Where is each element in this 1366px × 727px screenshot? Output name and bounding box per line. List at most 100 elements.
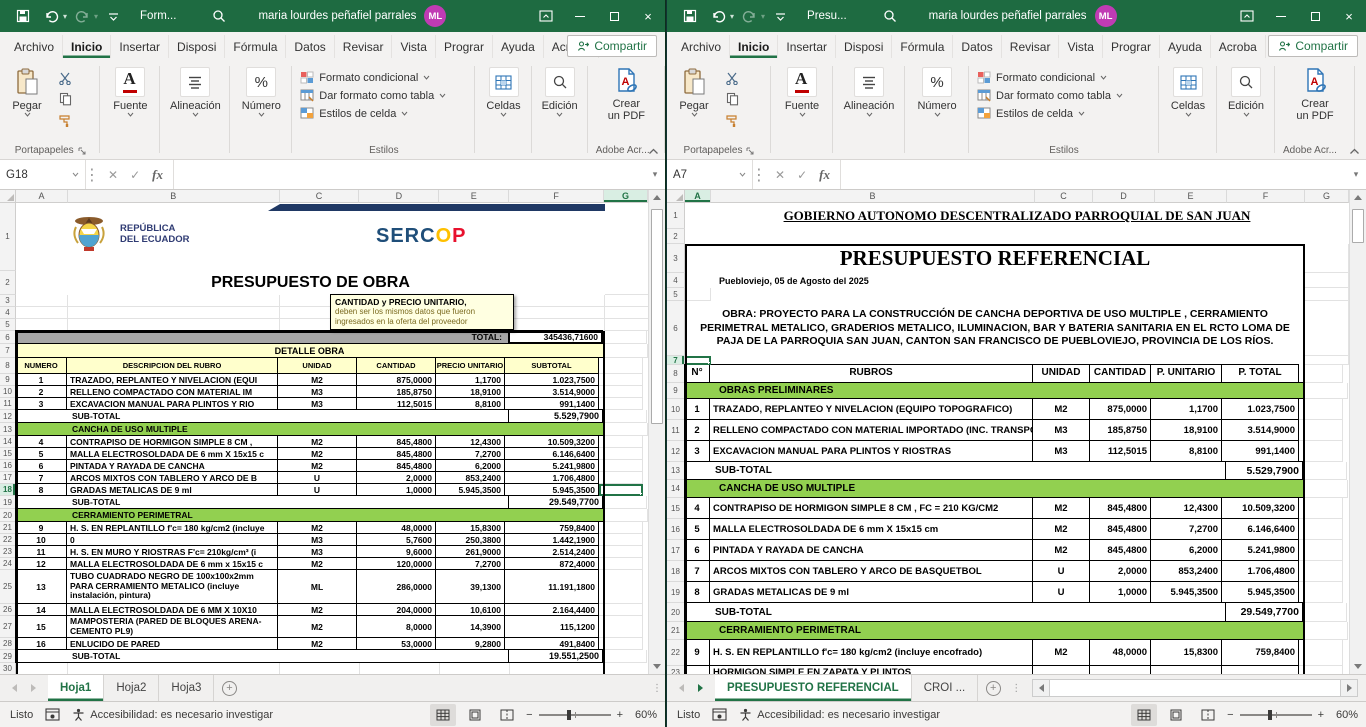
cell-F17[interactable]: 5.241,9800	[1221, 539, 1299, 561]
row-header-2[interactable]: 2	[667, 229, 685, 244]
cell-E18[interactable]: 853,2400	[1150, 560, 1222, 582]
row-header-5[interactable]: 5	[667, 288, 685, 301]
cell-A16[interactable]: 5	[684, 518, 710, 540]
sheet-title[interactable]: PRESUPUESTO DE OBRA	[16, 271, 605, 295]
conditional-formatting-button[interactable]: Formato condicional	[977, 71, 1123, 84]
cell-A22[interactable]: 9	[684, 639, 710, 666]
next-sheet-icon[interactable]	[698, 684, 703, 692]
cell-B4[interactable]	[68, 307, 280, 319]
cell-A30[interactable]	[16, 663, 68, 674]
cell-G6[interactable]	[1305, 301, 1349, 356]
name-box[interactable]: G18	[0, 160, 86, 189]
row-header-20[interactable]: 20	[0, 509, 16, 522]
table-header-cell[interactable]: CANTIDAD	[356, 357, 436, 374]
cell-E27[interactable]: 14,3900	[435, 615, 505, 638]
column-header-F[interactable]: F	[509, 190, 604, 203]
cell-G17[interactable]	[1299, 540, 1343, 561]
cell-F25[interactable]: 11.191,1800	[504, 569, 599, 604]
save-icon[interactable]	[10, 3, 36, 29]
cell-G28[interactable]	[599, 638, 643, 650]
cell-E10[interactable]: 1,1700	[1150, 398, 1222, 420]
column-header-B[interactable]: B	[68, 190, 280, 203]
row-header-28[interactable]: 28	[0, 638, 16, 650]
sheet-tab[interactable]: Hoja2	[104, 675, 159, 701]
insert-function-icon[interactable]: fx	[819, 167, 830, 183]
table-header-cell[interactable]: UNIDAD	[277, 357, 357, 374]
cell-G18[interactable]	[1299, 561, 1343, 582]
cell-G21[interactable]	[599, 522, 643, 534]
select-all-corner[interactable]	[667, 190, 685, 203]
prev-sheet-icon[interactable]	[12, 684, 17, 692]
row-header-22[interactable]: 22	[0, 534, 16, 546]
collapse-ribbon-icon[interactable]	[1349, 148, 1360, 155]
expand-formula-bar-icon[interactable]: ▾	[645, 160, 665, 189]
zoom-in-icon[interactable]: +	[1318, 709, 1324, 721]
ribbon-display-options-icon[interactable]	[1230, 0, 1264, 32]
ribbon-tab-insertar[interactable]: Insertar	[111, 35, 169, 58]
macro-record-icon[interactable]	[45, 708, 60, 721]
section-header-cell[interactable]: CANCHA DE USO MULTIPLE	[684, 479, 1304, 498]
account-name[interactable]: maria lourdes peñafiel parrales	[929, 10, 1087, 22]
vertical-scrollbar[interactable]	[1349, 190, 1366, 674]
redo-dropdown-icon[interactable]: ▾	[761, 12, 765, 21]
row-header-4[interactable]: 4	[0, 307, 16, 319]
cell-D30[interactable]	[360, 663, 440, 674]
cell-G7[interactable]	[604, 344, 648, 358]
row-header-3[interactable]: 3	[0, 295, 16, 307]
sheet-tab[interactable]: Hoja1	[48, 675, 104, 701]
sheet-tab[interactable]: PRESUPUESTO REFERENCIAL	[715, 675, 912, 701]
format-painter-icon[interactable]	[54, 111, 76, 129]
font-group-collapsed[interactable]: A Fuente	[100, 60, 160, 159]
row-header-21[interactable]: 21	[0, 522, 16, 534]
cell-G19[interactable]	[1299, 582, 1343, 603]
select-all-corner[interactable]	[0, 190, 16, 203]
cell-B10[interactable]: TRAZADO, REPLANTEO Y NIVELACION (EQUIPO …	[709, 398, 1033, 420]
row-header-15[interactable]: 15	[0, 448, 16, 460]
cell-C23[interactable]	[1032, 665, 1090, 674]
page-layout-view-button[interactable]	[462, 704, 488, 726]
cell-F16[interactable]: 6.146,6400	[1221, 518, 1299, 540]
undo-dropdown-icon[interactable]: ▾	[730, 12, 734, 21]
section-header-cell[interactable]: CERRAMIENTO PERIMETRAL	[684, 621, 1304, 640]
subtotal-value-cell[interactable]: 29.549,7700	[1225, 602, 1303, 622]
cut-icon[interactable]	[54, 69, 76, 87]
cell-C15[interactable]: M2	[1032, 497, 1090, 519]
undo-dropdown-icon[interactable]: ▾	[63, 12, 67, 21]
cell-G22[interactable]	[599, 534, 643, 546]
row-header-9[interactable]: 9	[0, 374, 16, 386]
cell-G13[interactable]	[1303, 462, 1347, 480]
cell-B22[interactable]: H. S. EN REPLANTILLO f'c= 180 kg/cm2 (in…	[709, 639, 1033, 666]
cell-G3[interactable]	[605, 295, 648, 307]
column-header-C[interactable]: C	[280, 190, 360, 203]
cell-D22[interactable]: 48,0000	[1089, 639, 1151, 666]
cell-G4[interactable]	[1305, 273, 1349, 288]
cell-E11[interactable]: 18,9100	[1150, 419, 1222, 441]
table-header-cell[interactable]: PRECIO UNITARIO	[435, 357, 505, 374]
ribbon-tab-vista[interactable]: Vista	[392, 35, 435, 58]
close-button[interactable]: ×	[631, 0, 665, 32]
next-sheet-icon[interactable]	[31, 684, 36, 692]
ribbon-tab-inicio[interactable]: Inicio	[63, 35, 111, 58]
cell-A7[interactable]	[685, 356, 711, 365]
row-header-12[interactable]: 12	[667, 441, 685, 462]
cell-F5[interactable]	[1227, 288, 1305, 301]
page-break-view-button[interactable]	[494, 704, 520, 726]
sheet-tab-options-icon[interactable]: ⋮	[649, 675, 665, 701]
cell-G8[interactable]	[1299, 365, 1343, 383]
zoom-slider[interactable]	[539, 714, 611, 716]
confirm-entry-icon[interactable]: ✓	[130, 168, 140, 182]
cell-A10[interactable]: 1	[684, 398, 710, 420]
ribbon-tab-insertar[interactable]: Insertar	[778, 35, 836, 58]
undo-icon[interactable]	[38, 3, 64, 29]
cell-styles-button[interactable]: Estilos de celda	[977, 107, 1123, 120]
cell-C17[interactable]: M2	[1032, 539, 1090, 561]
name-box[interactable]: A7	[667, 160, 753, 189]
cell-F23[interactable]	[1221, 665, 1299, 674]
cell-G19[interactable]	[603, 496, 647, 509]
row-header-10[interactable]: 10	[0, 386, 16, 398]
ribbon-tab-disposi[interactable]: Disposi	[836, 35, 892, 58]
cell-G5[interactable]	[1305, 288, 1349, 301]
row-header-21[interactable]: 21	[667, 622, 685, 640]
cell-G13[interactable]	[604, 423, 648, 436]
redo-icon[interactable]	[69, 3, 95, 29]
